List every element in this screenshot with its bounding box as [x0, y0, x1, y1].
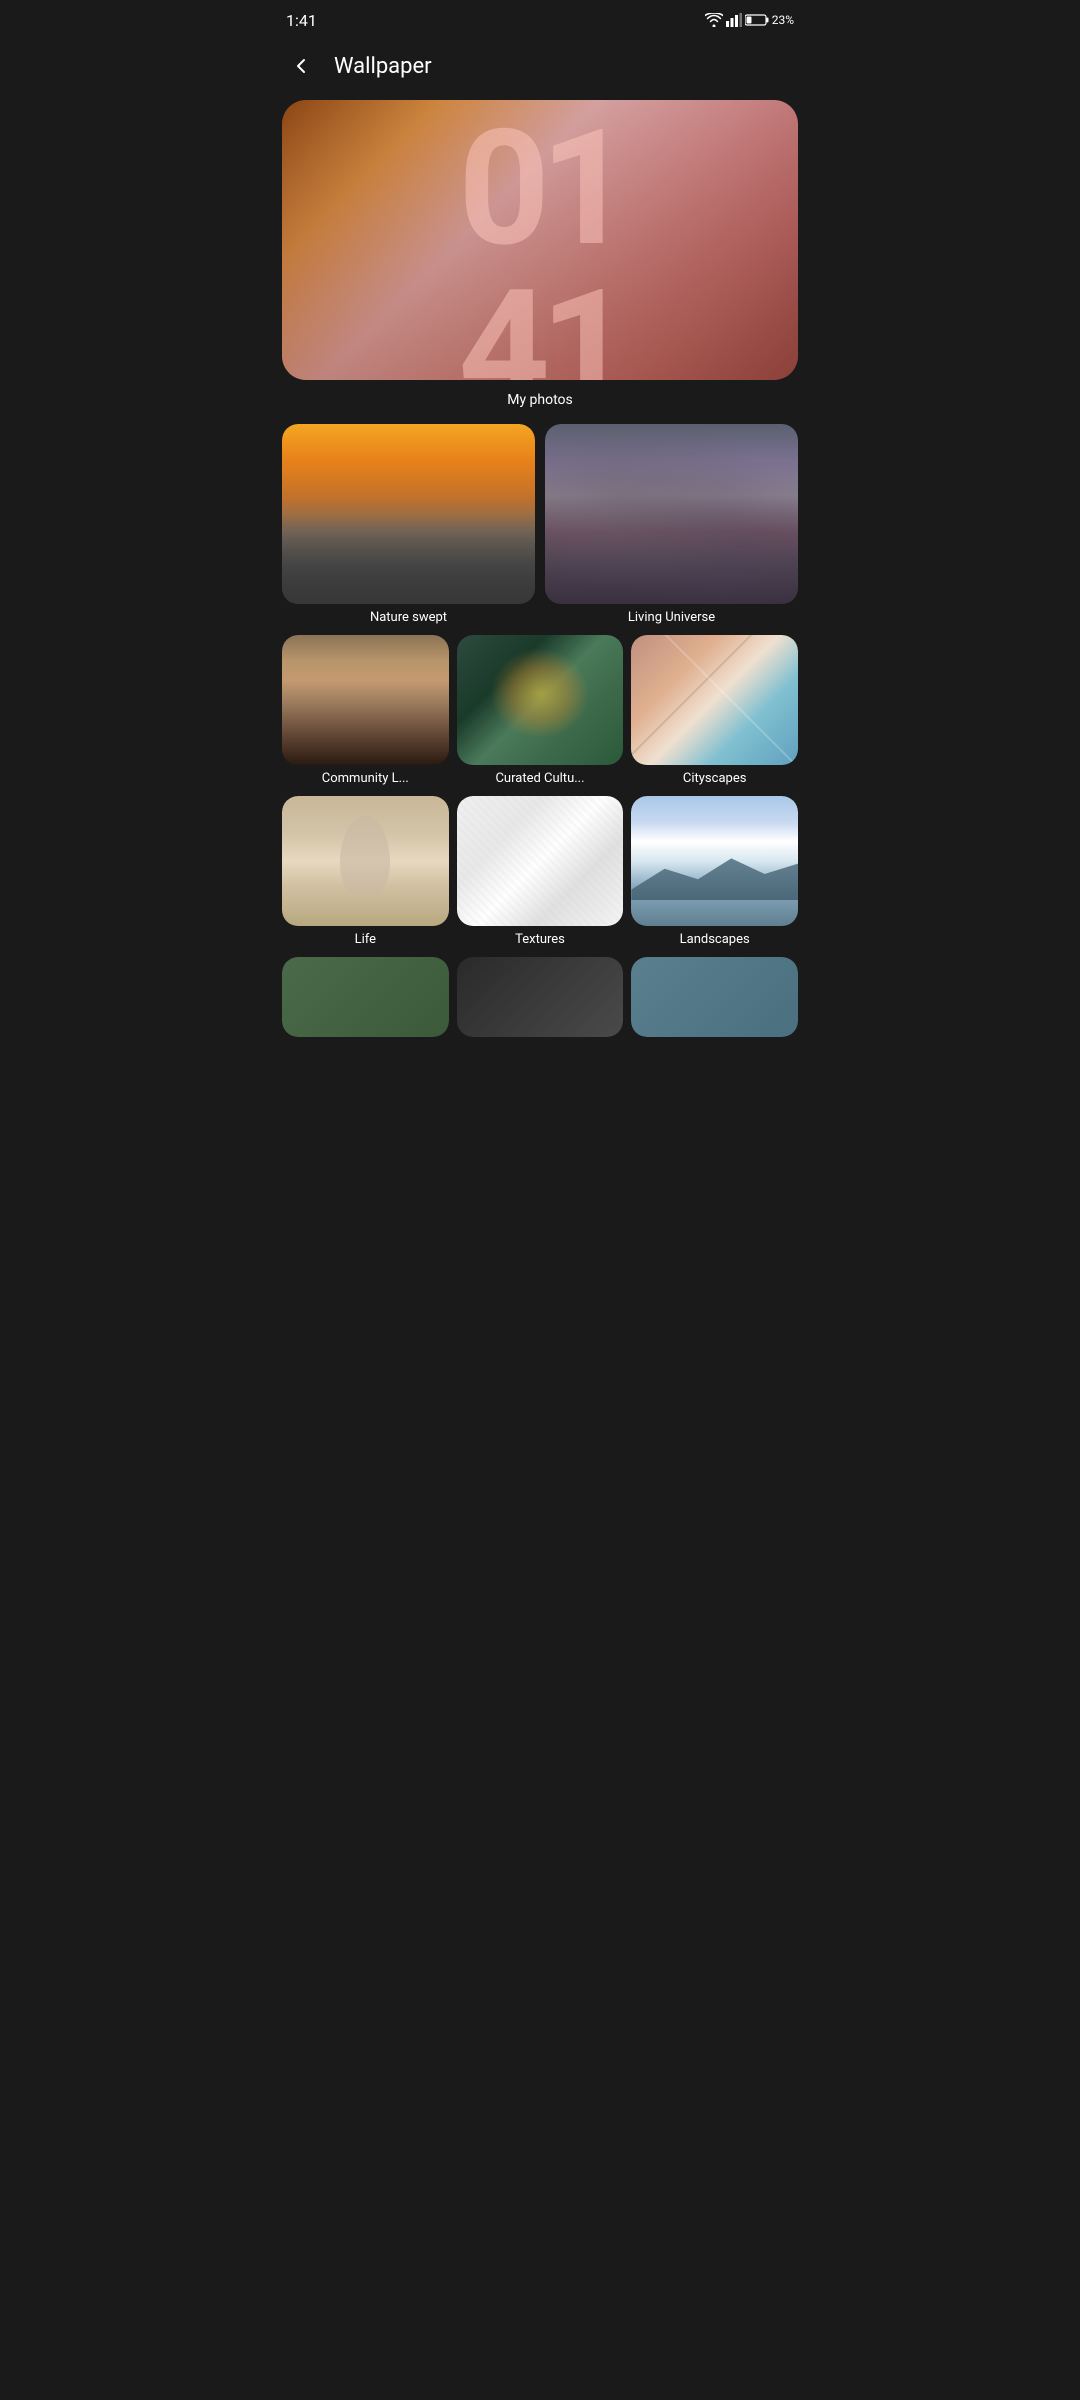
status-bar: 1:41 23%	[270, 0, 810, 36]
my-photos-card[interactable]: 0141	[282, 100, 798, 380]
landscapes-label: Landscapes	[631, 932, 798, 947]
cityscapes-thumbnail	[631, 635, 798, 765]
medium-category-row-2: Life Textures Landscapes	[282, 796, 798, 947]
nature-swept-label: Nature swept	[282, 610, 535, 625]
wallpaper-content: 0141 My photos Nature swept Living Unive…	[270, 100, 810, 1057]
medium-category-row-1: Community L... Curated Cultu... Cityscap…	[282, 635, 798, 786]
partial-3-thumbnail	[631, 957, 798, 1037]
category-card-nature-swept[interactable]: Nature swept	[282, 424, 535, 625]
partial-2-thumbnail	[457, 957, 624, 1037]
category-card-community[interactable]: Community L...	[282, 635, 449, 786]
curated-label: Curated Cultu...	[457, 771, 624, 786]
category-card-cityscapes[interactable]: Cityscapes	[631, 635, 798, 786]
signal-icon	[726, 13, 742, 27]
category-card-partial-1[interactable]	[282, 957, 449, 1037]
status-icons: 23%	[705, 13, 794, 27]
category-card-landscapes[interactable]: Landscapes	[631, 796, 798, 947]
battery-icon	[745, 14, 769, 26]
category-card-partial-3[interactable]	[631, 957, 798, 1037]
cityscapes-label: Cityscapes	[631, 771, 798, 786]
wifi-icon	[705, 13, 723, 27]
my-photos-thumbnail: 0141	[282, 100, 798, 380]
community-thumbnail	[282, 635, 449, 765]
textures-label: Textures	[457, 932, 624, 947]
my-photos-label: My photos	[282, 392, 798, 408]
page-header: Wallpaper	[270, 36, 810, 100]
large-category-row: Nature swept Living Universe	[282, 424, 798, 625]
my-photos-overlay-text: 0141	[458, 110, 622, 380]
textures-thumbnail	[457, 796, 624, 926]
life-thumbnail	[282, 796, 449, 926]
page-title: Wallpaper	[334, 54, 432, 79]
status-time: 1:41	[286, 11, 317, 30]
category-card-living-universe[interactable]: Living Universe	[545, 424, 798, 625]
category-card-textures[interactable]: Textures	[457, 796, 624, 947]
nature-swept-thumbnail	[282, 424, 535, 604]
living-universe-label: Living Universe	[545, 610, 798, 625]
partial-category-row	[282, 957, 798, 1037]
partial-1-thumbnail	[282, 957, 449, 1037]
life-label: Life	[282, 932, 449, 947]
living-universe-thumbnail	[545, 424, 798, 604]
category-card-partial-2[interactable]	[457, 957, 624, 1037]
category-card-curated[interactable]: Curated Cultu...	[457, 635, 624, 786]
landscapes-thumbnail	[631, 796, 798, 926]
curated-thumbnail	[457, 635, 624, 765]
category-card-life[interactable]: Life	[282, 796, 449, 947]
back-button[interactable]	[286, 50, 318, 82]
battery-percent: 23%	[772, 13, 794, 27]
community-label: Community L...	[282, 771, 449, 786]
